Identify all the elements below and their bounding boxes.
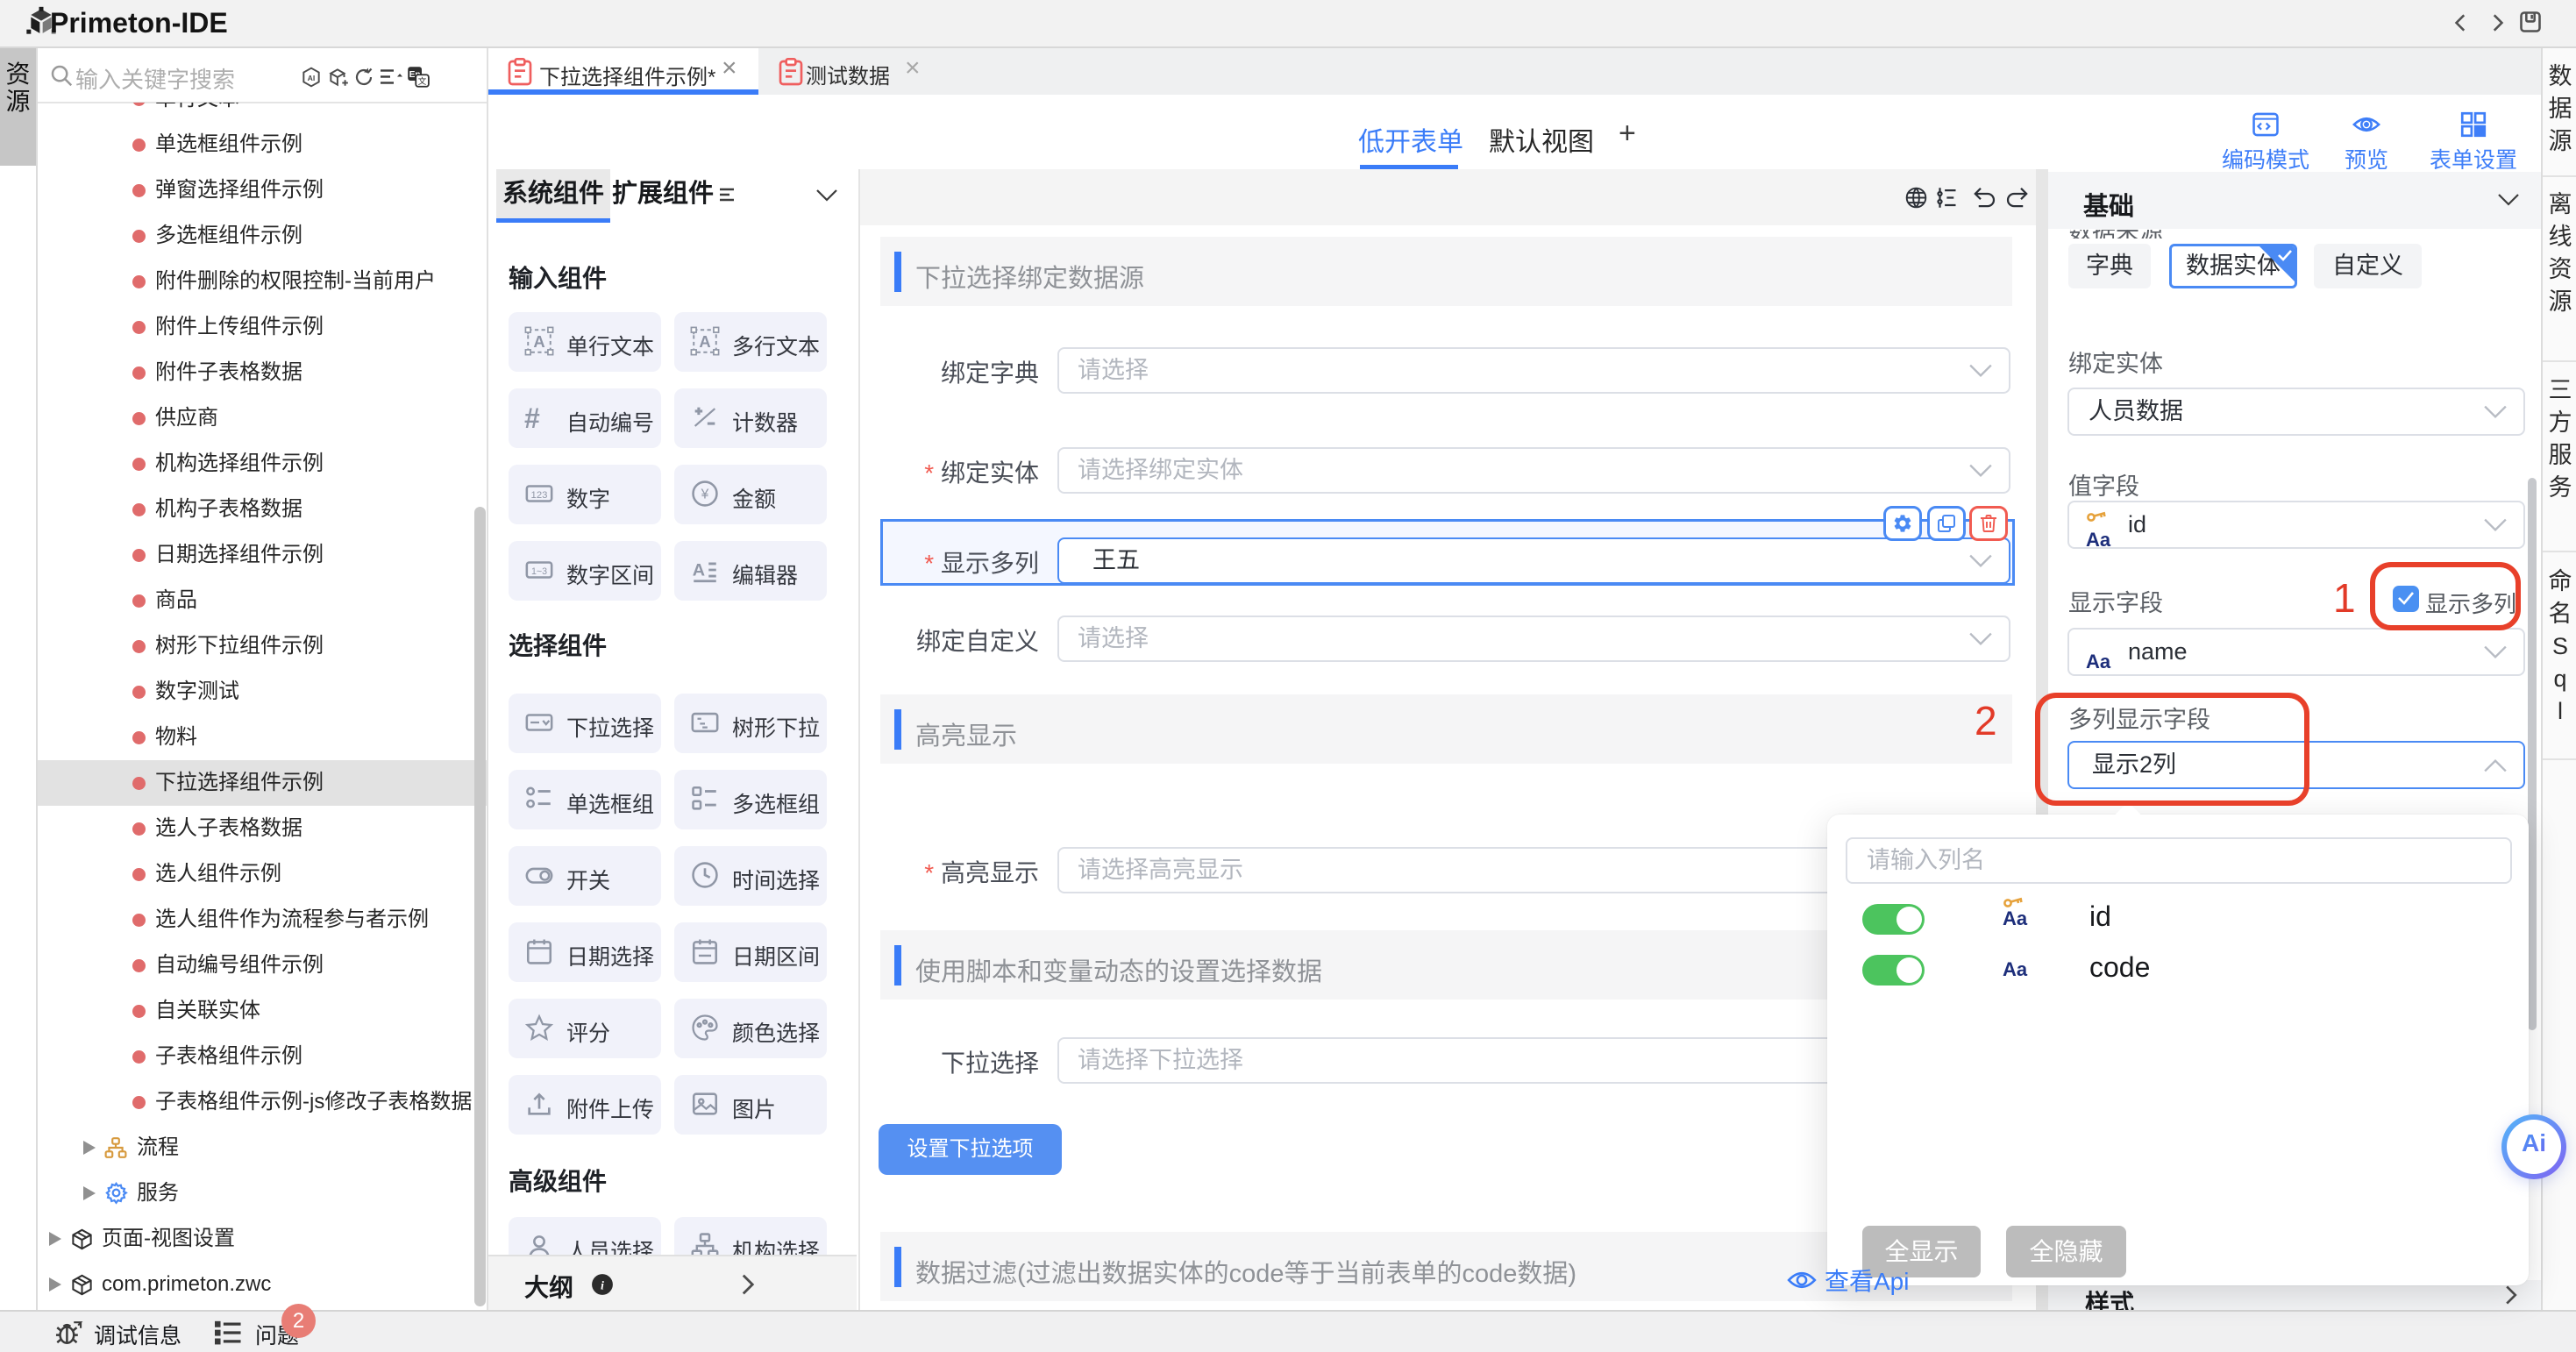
svg-text:A: A (693, 560, 705, 580)
svg-text:AI: AI (308, 74, 316, 82)
svg-text:A: A (699, 332, 710, 351)
svg-text:1~3: 1~3 (531, 566, 547, 577)
svg-text:A: A (533, 332, 544, 351)
svg-text:文: 文 (418, 76, 427, 87)
svg-text:123: 123 (531, 490, 548, 501)
svg-text:¥: ¥ (701, 487, 709, 502)
svg-text:i: i (601, 1278, 604, 1292)
